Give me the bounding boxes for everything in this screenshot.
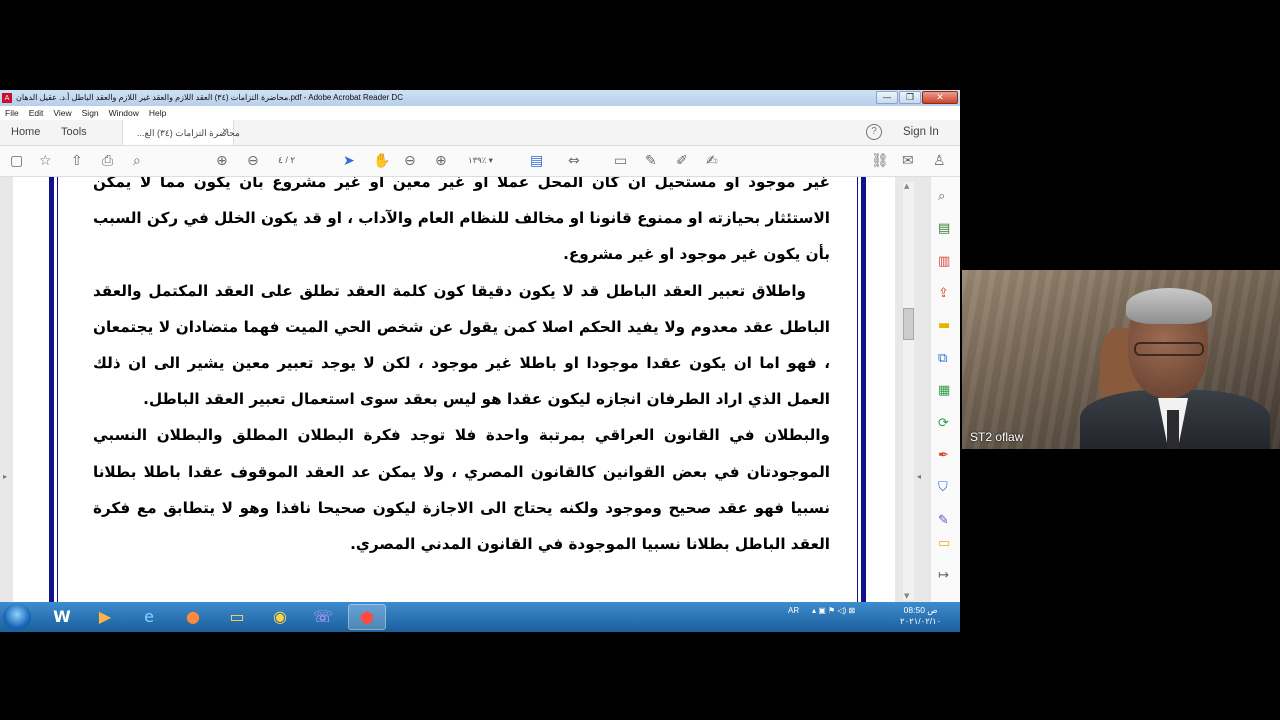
fill-sign-icon[interactable]: ✍	[706, 153, 718, 169]
menu-view[interactable]: View	[53, 106, 71, 120]
comment-panel-icon[interactable]: ▬	[938, 319, 950, 333]
upload-cloud-icon[interactable]: ⇧	[71, 153, 83, 169]
edit-pdf-icon[interactable]: ▦	[938, 384, 950, 398]
webcam-tie	[1167, 410, 1179, 449]
comment-icon[interactable]: ▭	[614, 153, 627, 169]
acrobat-window: A محاضرة التزامات (٣٤) العقد اللازم والع…	[0, 90, 960, 602]
search-icon[interactable]: ⌕	[133, 153, 141, 169]
stamp-icon[interactable]: ▭	[938, 537, 950, 551]
combine-files-icon[interactable]: ⧉	[938, 352, 947, 366]
window-controls: — ❐ ✕	[876, 91, 958, 104]
word-app-icon[interactable]: W	[43, 604, 81, 630]
select-cursor-icon[interactable]: ➤	[343, 153, 355, 169]
tab-document[interactable]: محاضرة التزامات (٣٤) الع... ×	[122, 120, 240, 145]
page-indicator[interactable]: ٢ / ٤	[278, 155, 295, 166]
bookmark-star-icon[interactable]: ☆	[39, 153, 52, 169]
window-title: محاضرة التزامات (٣٤) العقد اللازم والعقد…	[16, 93, 403, 102]
page-total: / ٤	[278, 155, 288, 165]
document-text: غير موجود او مستحيل ان كان المحل عملا او…	[93, 177, 830, 562]
clock-date: ٢٠٢١/٠٢/١٠	[900, 616, 942, 626]
tab-tools[interactable]: Tools	[61, 126, 87, 138]
collapse-panel-icon[interactable]: ↦	[938, 569, 949, 583]
firefox-icon[interactable]: ●	[174, 604, 212, 630]
zoom-magnifier-icon[interactable]: ⌕	[938, 190, 945, 204]
zoom-in-icon[interactable]: ⊕	[435, 153, 447, 169]
menu-sign[interactable]: Sign	[82, 106, 99, 120]
minimize-button[interactable]: —	[876, 91, 898, 104]
tray-icons[interactable]: ▴ ▣ ⚑ ◁) ⊠	[812, 606, 855, 615]
menu-help[interactable]: Help	[149, 106, 166, 120]
print-icon[interactable]: ⎙	[102, 153, 113, 169]
title-bar[interactable]: A محاضرة التزامات (٣٤) العقد اللازم والع…	[0, 90, 960, 106]
acrobat-app-icon: A	[2, 93, 12, 103]
next-page-icon[interactable]: ⊖	[247, 153, 259, 169]
fill-and-sign-icon[interactable]: ✒	[938, 449, 949, 463]
webcam-person-hair	[1126, 288, 1212, 324]
tab-home[interactable]: Home	[11, 126, 40, 138]
chrome-icon[interactable]: ◉	[261, 604, 299, 630]
send-for-review-icon[interactable]: ⟳	[938, 417, 949, 431]
clock-time: 08:50 ص	[903, 605, 938, 615]
hand-tool-icon[interactable]: ✋	[373, 153, 390, 169]
internet-explorer-icon[interactable]: e	[130, 604, 168, 630]
menu-edit[interactable]: Edit	[29, 106, 44, 120]
scroll-up-icon[interactable]: ▲	[904, 182, 909, 190]
vertical-scrollbar[interactable]: ▲ ▼	[903, 182, 914, 600]
webcam-glasses	[1134, 342, 1204, 356]
acrobat-taskbar-icon[interactable]: ⬢	[348, 604, 386, 630]
maximize-button[interactable]: ❐	[899, 91, 921, 104]
tools-side-panel: ⌕ ▤ ▥ ⇪ ▬ ⧉ ▦ ⟳ ✒ ⛉ ✎ ▭ ↦	[930, 177, 960, 602]
toolbar: ▢ ☆ ⇧ ⎙ ⌕ ⊕ ⊖ ٢ / ٤ ➤ ✋ ⊖ ⊕ ١٣٩٪ ▾ ▤ ⇔ ▭…	[0, 146, 960, 177]
help-icon[interactable]: ?	[866, 124, 882, 140]
close-tab-icon[interactable]: ×	[222, 126, 228, 137]
zoom-level: ١٣٩٪	[468, 155, 487, 165]
language-indicator[interactable]: AR	[788, 606, 799, 615]
left-panel-toggle-icon[interactable]: ▸	[3, 472, 7, 481]
file-explorer-icon[interactable]: ▭	[218, 604, 256, 630]
webcam-video-tile[interactable]: ST2 oflaw	[962, 270, 1280, 449]
windows-taskbar: W ▶ e ● ▭ ◉ ☏ ⬢ AR ▴ ▣ ⚑ ◁) ⊠ 08:50 ص ٢٠…	[0, 602, 960, 632]
organize-pages-icon[interactable]: ▥	[938, 255, 950, 269]
highlight-pen-icon[interactable]: ✎	[645, 153, 657, 169]
paragraph-1: غير موجود او مستحيل ان كان المحل عملا او…	[93, 177, 830, 264]
menu-bar: File Edit View Sign Window Help	[0, 106, 960, 120]
link-icon[interactable]: ⛓	[871, 153, 889, 169]
viber-icon[interactable]: ☏	[304, 604, 342, 630]
save-icon[interactable]: ▢	[10, 153, 23, 169]
page-current[interactable]: ٢	[290, 155, 295, 165]
paragraph-2: واطلاق تعبير العقد الباطل قد لا يكون دقي…	[93, 281, 830, 409]
pdf-page: غير موجود او مستحيل ان كان المحل عملا او…	[13, 177, 895, 602]
document-viewport[interactable]: غير موجود او مستحيل ان كان المحل عملا او…	[0, 177, 930, 602]
menu-file[interactable]: File	[5, 106, 19, 120]
participant-name: ST2 oflaw	[970, 430, 1024, 444]
previous-page-icon[interactable]: ⊕	[216, 153, 228, 169]
paragraph-3: والبطلان في القانون العراقي بمرتبة واحدة…	[93, 426, 830, 554]
email-icon[interactable]: ✉	[902, 153, 914, 169]
start-button[interactable]	[3, 604, 31, 630]
sign-in-button[interactable]: Sign In	[903, 126, 939, 138]
close-window-button[interactable]: ✕	[922, 91, 958, 104]
create-pdf-icon[interactable]: ▤	[938, 222, 950, 236]
export-pdf-icon[interactable]: ⇪	[938, 287, 949, 301]
menu-window[interactable]: Window	[109, 106, 139, 120]
zoom-out-icon[interactable]: ⊖	[404, 153, 416, 169]
tab-bar: Home Tools محاضرة التزامات (٣٤) الع... ×…	[0, 120, 960, 146]
signature-pen-icon[interactable]: ✎	[938, 514, 949, 528]
scroll-down-icon[interactable]: ▼	[904, 592, 909, 600]
scroll-mode-icon[interactable]: ⇔	[568, 153, 580, 169]
page-display-icon[interactable]: ▤	[530, 153, 543, 169]
scrollbar-thumb[interactable]	[903, 308, 914, 340]
media-player-icon[interactable]: ▶	[86, 604, 124, 630]
share-user-icon[interactable]: ♙	[933, 153, 946, 169]
protect-shield-icon[interactable]: ⛉	[938, 481, 948, 495]
draw-icon[interactable]: ✐	[676, 153, 688, 169]
zoom-level-dropdown[interactable]: ١٣٩٪ ▾	[468, 155, 493, 166]
right-panel-toggle-icon[interactable]: ◂	[917, 472, 921, 481]
system-clock[interactable]: 08:50 ص ٢٠٢١/٠٢/١٠	[900, 605, 941, 627]
